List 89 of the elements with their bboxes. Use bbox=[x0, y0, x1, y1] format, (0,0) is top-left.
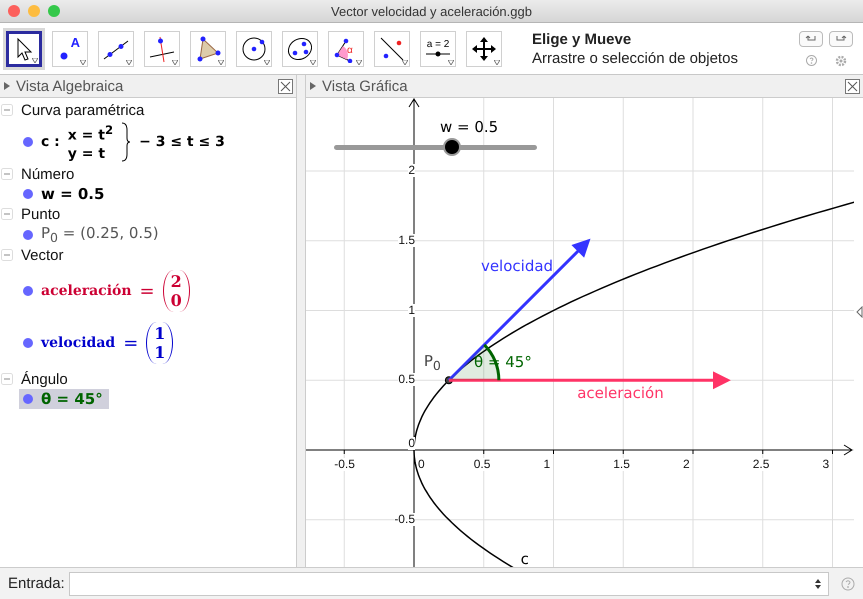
vector-component: 0 bbox=[170, 291, 182, 310]
x-tick-label: 0.5 bbox=[474, 458, 490, 471]
expression-text: P$_{0}$ = (0.25, 0.5) bbox=[41, 224, 159, 245]
x-tick-label: 0 bbox=[418, 458, 425, 471]
object-label: c bbox=[520, 550, 529, 567]
x-tick-label: 1 bbox=[544, 458, 550, 471]
y-tick-label: -0.5 bbox=[394, 512, 415, 526]
category-name: Ángulo bbox=[21, 370, 68, 388]
move-arrows-icon bbox=[470, 34, 498, 62]
input-label: Entrada: bbox=[8, 575, 65, 592]
equals-sign: = bbox=[140, 280, 155, 302]
expand-triangle-icon[interactable] bbox=[4, 82, 10, 90]
dropdown-triangle-icon bbox=[356, 60, 362, 64]
close-icon bbox=[847, 80, 858, 92]
category-name: Número bbox=[21, 166, 74, 182]
panel-title: Vista Gráfica bbox=[322, 78, 408, 94]
dropdown-triangle-icon bbox=[218, 60, 224, 64]
y-tick-label: 1.5 bbox=[398, 234, 415, 247]
vector-component: 1 bbox=[154, 343, 166, 362]
redo-button[interactable] bbox=[829, 30, 853, 46]
collapse-icon[interactable] bbox=[1, 168, 13, 180]
equation-line: y = t bbox=[68, 144, 106, 163]
y-tick-label: 0.5 bbox=[398, 373, 415, 386]
object-dot bbox=[23, 338, 33, 348]
reflect-point-icon bbox=[378, 34, 406, 62]
circle-icon bbox=[240, 34, 268, 62]
dropdown-triangle-icon bbox=[402, 60, 408, 64]
category-name: Curva paramétrica bbox=[21, 102, 144, 118]
object-label: velocidad bbox=[480, 257, 554, 276]
redo-icon bbox=[835, 34, 847, 44]
slider-thumb[interactable] bbox=[444, 140, 459, 154]
collapse-icon[interactable] bbox=[1, 373, 13, 385]
angle-sector bbox=[448, 344, 500, 380]
object-dot bbox=[23, 394, 33, 404]
equation-line: x = t$^{2}$ bbox=[68, 122, 114, 145]
input-field[interactable] bbox=[68, 572, 829, 596]
y-tick-label: 1 bbox=[408, 304, 415, 316]
collapse-icon[interactable] bbox=[1, 104, 13, 116]
object-dot bbox=[23, 137, 33, 147]
expression-text: w = 0.5 bbox=[41, 185, 104, 203]
slider-label: w = 0.5 bbox=[440, 118, 498, 136]
vector-component: 1 bbox=[154, 324, 166, 343]
object-label: aceleración bbox=[577, 384, 664, 402]
close-button[interactable] bbox=[278, 78, 293, 94]
collapse-icon[interactable] bbox=[1, 208, 13, 220]
dropdown-triangle-icon bbox=[448, 60, 454, 64]
tool-help: Arrastre o selección de objetos bbox=[532, 50, 738, 66]
brace-icon bbox=[121, 122, 132, 162]
dropdown-triangle-icon bbox=[494, 60, 500, 64]
close-button[interactable] bbox=[845, 78, 860, 94]
category-name: Punto bbox=[21, 206, 60, 222]
dropdown-triangle-icon bbox=[32, 58, 38, 62]
object-dot bbox=[23, 286, 33, 296]
collapse-icon[interactable] bbox=[1, 249, 13, 261]
vector-name: velocidad bbox=[41, 335, 116, 351]
equals-sign: = bbox=[123, 332, 138, 354]
x-tick-label: 1.5 bbox=[613, 458, 630, 471]
x-tick-label: 2.5 bbox=[752, 458, 770, 471]
object-dot bbox=[23, 230, 33, 240]
vector-component: 2 bbox=[170, 272, 182, 291]
undo-icon bbox=[805, 34, 817, 44]
category-name: Vector bbox=[21, 246, 64, 264]
window-title: Vector velocidad y aceleración.ggb bbox=[330, 4, 533, 18]
tool-name: Elige y Mueve bbox=[532, 30, 632, 48]
close-icon bbox=[280, 80, 291, 92]
parameter-range: − 3 ≤ t ≤ 3 bbox=[139, 134, 225, 150]
curve-name: c : bbox=[41, 134, 60, 150]
panel-title: Vista Algebraica bbox=[16, 78, 124, 94]
dropdown-triangle-icon bbox=[310, 60, 316, 64]
expand-triangle-icon[interactable] bbox=[310, 82, 316, 90]
undo-button[interactable] bbox=[799, 30, 823, 46]
dropdown-triangle-icon bbox=[264, 60, 270, 64]
x-tick-label: 2 bbox=[683, 458, 690, 471]
dropdown-triangle-icon bbox=[126, 60, 132, 64]
x-tick-label: -0.5 bbox=[334, 458, 355, 471]
object-label: P$_{0}$ bbox=[424, 352, 441, 374]
x-tick-label: 3 bbox=[822, 458, 830, 471]
spinner-icon[interactable] bbox=[814, 578, 822, 590]
y-tick-label: 2 bbox=[408, 164, 415, 177]
y-tick-label: 0 bbox=[408, 437, 415, 450]
tool-button[interactable]: a = 2 bbox=[420, 30, 456, 66]
dropdown-triangle-icon bbox=[172, 60, 178, 64]
side-panel-handle-icon[interactable] bbox=[856, 306, 863, 318]
point bbox=[444, 376, 453, 384]
dropdown-triangle-icon bbox=[80, 60, 86, 64]
expression-text: θ = 45° bbox=[41, 390, 103, 408]
vector-name: aceleración bbox=[41, 283, 132, 299]
object-dot bbox=[23, 189, 33, 199]
perpendicular-line-icon bbox=[148, 34, 176, 62]
